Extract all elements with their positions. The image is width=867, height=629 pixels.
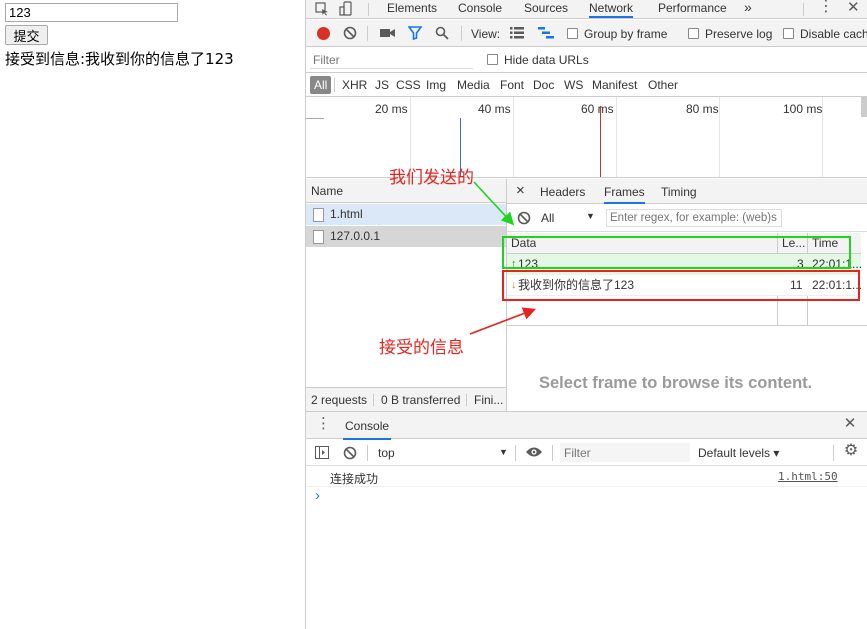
received-annotation-arrow	[469, 307, 536, 335]
sent-annotation-arrow	[473, 181, 515, 226]
annotation-arrows	[469, 181, 536, 335]
